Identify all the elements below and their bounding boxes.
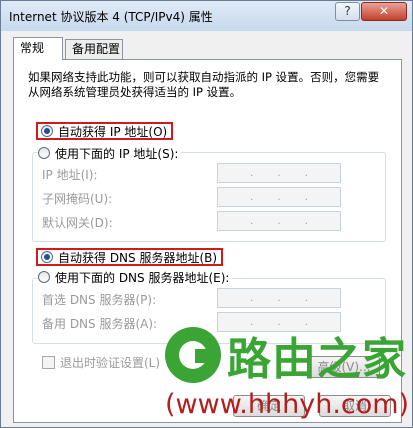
auto-ip-radio-row[interactable]: 自动获得 IP 地址(O) bbox=[36, 122, 174, 140]
validate-on-exit-label: 退出时验证设置(L) bbox=[60, 355, 161, 370]
auto-dns-radio[interactable] bbox=[41, 251, 53, 263]
manual-dns-label: 使用下面的 DNS 服务器地址(E): bbox=[55, 270, 230, 285]
watermark-url: (www.hhhyh.com) bbox=[165, 389, 410, 420]
auto-ip-radio[interactable] bbox=[41, 125, 53, 137]
ip-address-label: IP 地址(I): bbox=[42, 168, 98, 182]
subnet-mask-field[interactable]: ... bbox=[217, 187, 341, 207]
ipv4-properties-dialog: Internet 协议版本 4 (TCP/IPv4) 属性 ? ✕ 常规 备用配… bbox=[0, 0, 413, 428]
title-bar: Internet 协议版本 4 (TCP/IPv4) 属性 ? ✕ bbox=[1, 1, 412, 31]
tab-general[interactable]: 常规 bbox=[13, 37, 63, 60]
auto-dns-radio-row[interactable]: 自动获得 DNS 服务器地址(B) bbox=[36, 248, 224, 266]
default-gateway-field[interactable]: ... bbox=[217, 211, 341, 231]
auto-dns-label: 自动获得 DNS 服务器地址(B) bbox=[58, 250, 218, 265]
validate-on-exit-row[interactable]: 退出时验证设置(L) bbox=[42, 354, 160, 370]
preferred-dns-label: 首选 DNS 服务器(P): bbox=[42, 293, 157, 307]
description-text: 如果网络支持此功能，则可以获取自动指派的 IP 设置。否则，您需要从网络系统管理… bbox=[28, 70, 380, 99]
manual-ip-radio-row[interactable]: 使用下面的 IP 地址(S): bbox=[38, 144, 182, 162]
subnet-mask-label: 子网掩码(U): bbox=[42, 192, 113, 206]
help-button[interactable]: ? bbox=[335, 2, 360, 21]
ip-address-field[interactable]: ... bbox=[217, 163, 341, 183]
manual-ip-radio[interactable] bbox=[38, 147, 50, 159]
site-watermark: 路由之家 (www.hhhyh.com) bbox=[161, 323, 413, 428]
manual-dns-radio[interactable] bbox=[38, 271, 50, 283]
alternate-dns-label: 备用 DNS 服务器(A): bbox=[42, 317, 158, 331]
auto-ip-label: 自动获得 IP 地址(O) bbox=[58, 124, 168, 139]
tab-alternate-configuration[interactable]: 备用配置 bbox=[65, 39, 123, 59]
watermark-name: 路由之家 bbox=[227, 334, 407, 385]
preferred-dns-field[interactable]: ... bbox=[217, 288, 341, 308]
manual-ip-label: 使用下面的 IP 地址(S): bbox=[55, 146, 179, 161]
close-button[interactable]: ✕ bbox=[361, 2, 407, 21]
window-title: Internet 协议版本 4 (TCP/IPv4) 属性 bbox=[9, 10, 213, 24]
validate-on-exit-checkbox[interactable] bbox=[42, 355, 55, 369]
manual-dns-radio-row[interactable]: 使用下面的 DNS 服务器地址(E): bbox=[38, 268, 233, 286]
default-gateway-label: 默认网关(D): bbox=[42, 216, 113, 230]
watermark-logo-icon bbox=[165, 327, 221, 383]
